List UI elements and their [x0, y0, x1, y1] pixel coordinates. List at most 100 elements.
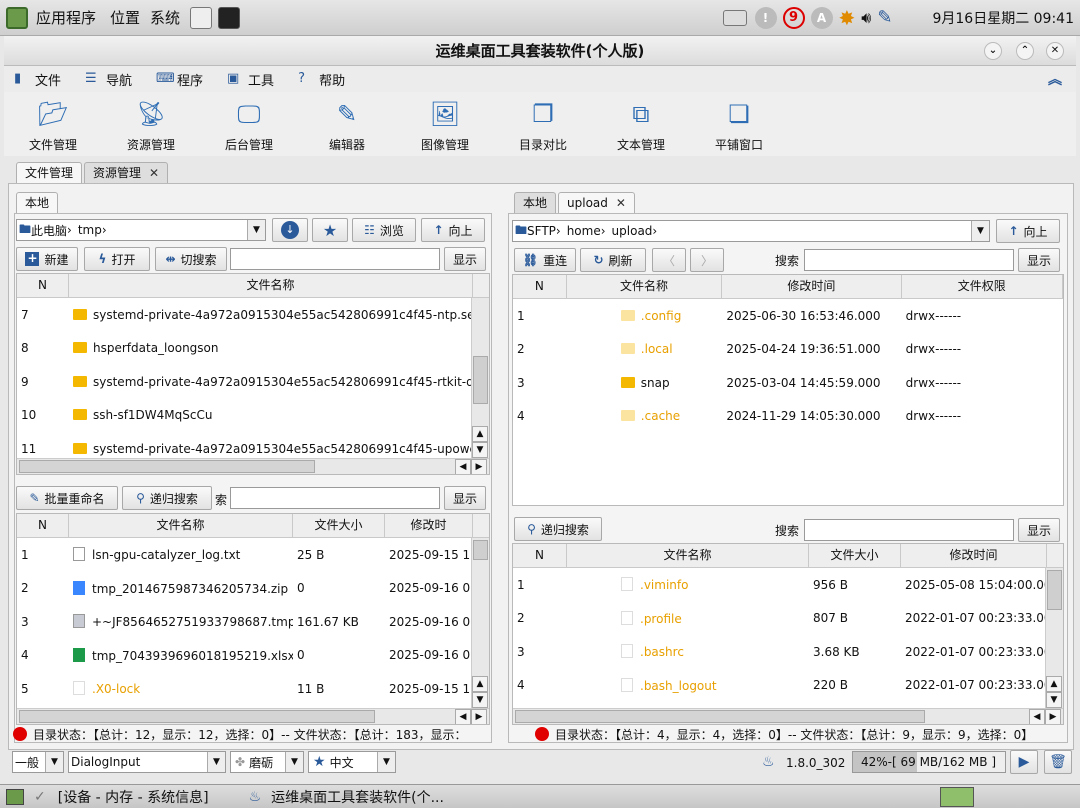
menu-navigate[interactable]: ☰ 导航: [85, 70, 132, 89]
recursive-search-button[interactable]: ⚲ 递归搜索: [122, 486, 212, 510]
right-up-button[interactable]: ↑ 向上: [996, 219, 1060, 243]
minimize-button[interactable]: ⌄: [984, 42, 1002, 60]
left-file-search-input[interactable]: [230, 487, 440, 509]
scroll-thumb[interactable]: [473, 540, 488, 560]
table-row[interactable]: 1 .config 2025-06-30 16:53:46.000 drwx-----…: [513, 299, 1063, 333]
theme-select[interactable]: ✤ 磨砺 ▼: [230, 751, 304, 773]
table-row[interactable]: 9 systemd-private-4a972a0915304e55ac54280…: [17, 365, 489, 399]
run-button[interactable]: ▶: [1010, 750, 1038, 774]
text-editor-launcher-icon[interactable]: [190, 6, 213, 29]
info-icon[interactable]: !: [754, 6, 777, 29]
left-search-input[interactable]: [230, 248, 440, 270]
table-row[interactable]: 2 tmp_2014675987346205734.zip 0 2025-09-16 …: [17, 572, 489, 606]
column-header[interactable]: 文件权限: [902, 275, 1063, 298]
refresh-button[interactable]: ↻ 刷新: [580, 248, 646, 272]
open-button[interactable]: ϟ 打开: [84, 247, 150, 271]
right-recursive-search-button[interactable]: ⚲ 递归搜索: [514, 517, 602, 541]
close-button[interactable]: ✕: [1046, 42, 1064, 60]
tab-local[interactable]: 本地: [514, 192, 557, 214]
vertical-scrollbar[interactable]: ▲ ▼: [471, 298, 489, 460]
vertical-scrollbar[interactable]: ▲ ▼: [471, 538, 489, 710]
scroll-thumb[interactable]: [515, 710, 925, 723]
places-menu[interactable]: 位置: [110, 7, 140, 28]
font-select[interactable]: DialogInput ▼: [68, 751, 226, 773]
back-button[interactable]: 〈: [652, 248, 686, 272]
scroll-down-icon[interactable]: ▼: [1046, 692, 1062, 708]
tool-editor[interactable]: ✎ 编辑器: [298, 92, 396, 156]
column-header[interactable]: 文件名称: [69, 274, 473, 297]
table-row[interactable]: 4 tmp_7043939696018195219.xlsx 0 2025-09-16…: [17, 639, 489, 673]
right-file-show-button[interactable]: 显示: [1018, 518, 1060, 542]
mode-select[interactable]: 一般 ▼: [12, 751, 64, 773]
scroll-right-icon[interactable]: ▶: [1045, 709, 1061, 724]
close-icon[interactable]: ✕: [149, 166, 159, 180]
path-segment[interactable]: SFTP: [527, 224, 556, 238]
new-button[interactable]: + 新建: [16, 247, 78, 271]
show-desktop-icon[interactable]: [6, 788, 24, 805]
table-row[interactable]: 3 snap 2025-03-04 14:45:59.000 drwx------: [513, 366, 1063, 400]
table-row[interactable]: 8 hsperfdata_loongson: [17, 332, 489, 366]
horizontal-scrollbar[interactable]: ◀ ▶: [513, 708, 1063, 724]
menu-help[interactable]: ? 帮助: [298, 70, 345, 89]
table-row[interactable]: 5 .X0-lock 11 B 2025-09-15 17: [17, 672, 489, 706]
notification-count-badge[interactable]: 9: [782, 6, 805, 29]
path-segment[interactable]: 此电脑: [31, 222, 67, 239]
tool-backend-manager[interactable]: 🖵︎ 后台管理: [200, 92, 298, 156]
path-segment[interactable]: tmp: [78, 223, 102, 237]
left-file-show-button[interactable]: 显示: [444, 486, 486, 510]
table-row[interactable]: 4 .cache 2024-11-29 14:05:30.000 drwx------: [513, 400, 1063, 434]
up-button[interactable]: ↑ 向上: [421, 218, 485, 242]
favorite-button[interactable]: ★: [312, 218, 348, 242]
trash-button[interactable]: 🗑︎: [1044, 750, 1072, 774]
scroll-left-icon[interactable]: ◀: [455, 459, 471, 474]
forward-button[interactable]: 〉: [690, 248, 724, 272]
scroll-right-icon[interactable]: ▶: [471, 709, 487, 724]
task-system-info[interactable]: [设备 - 内存 - 系统信息]: [58, 787, 209, 807]
column-header[interactable]: 文件大小: [809, 544, 901, 567]
right-file-search-input[interactable]: [804, 519, 1014, 541]
left-show-button[interactable]: 显示: [444, 247, 486, 271]
tool-tile-windows[interactable]: ❏ 平铺窗口: [690, 92, 788, 156]
keyboard-icon[interactable]: [722, 9, 747, 26]
vertical-scrollbar[interactable]: ▲ ▼: [1045, 568, 1063, 710]
tool-image-manager[interactable]: 🖼︎ 图像管理: [396, 92, 494, 156]
column-header[interactable]: 修改时: [385, 514, 473, 537]
collapse-toolbar-icon[interactable]: ︽: [1048, 69, 1062, 89]
close-icon[interactable]: ✕: [616, 196, 626, 210]
applications-menu[interactable]: 应用程序: [36, 7, 96, 28]
scroll-left-icon[interactable]: ◀: [455, 709, 471, 724]
column-header[interactable]: 修改时间: [722, 275, 902, 298]
column-header[interactable]: 文件大小: [293, 514, 385, 537]
right-path-combo[interactable]: 🖿︎ SFTP › home › upload › ▼: [512, 220, 990, 242]
clock[interactable]: 9月16日星期二 09:41: [932, 8, 1074, 28]
tab-upload[interactable]: upload ✕: [558, 192, 635, 214]
scroll-up-icon[interactable]: ▲: [1046, 676, 1062, 692]
chevron-down-icon[interactable]: ▼: [377, 752, 395, 772]
table-row[interactable]: 3 .bashrc 3.68 KB 2022-01-07 00:23:33.00: [513, 635, 1063, 669]
path-segment[interactable]: home: [567, 224, 601, 238]
table-row[interactable]: 1 lsn-gpu-catalyzer_log.txt 25 B 2025-09-15…: [17, 538, 489, 572]
menu-program[interactable]: ⌨ 程序: [156, 70, 203, 89]
tool-file-manager[interactable]: 📂︎ 文件管理: [4, 92, 102, 156]
scroll-thumb[interactable]: [19, 460, 315, 473]
column-header[interactable]: 文件名称: [567, 275, 723, 298]
table-row[interactable]: 3 +~JF8564652751933798687.tmp 161.67 KB 202…: [17, 605, 489, 639]
column-header[interactable]: 文件名称: [69, 514, 293, 537]
table-row[interactable]: 4 .bash_logout 220 B 2022-01-07 00:23:33.00: [513, 669, 1063, 703]
system-logo-icon[interactable]: [6, 6, 28, 29]
scroll-thumb[interactable]: [19, 710, 375, 723]
language-select[interactable]: ★ 中文 ▼: [308, 751, 396, 773]
scroll-up-icon[interactable]: ▲: [472, 426, 488, 442]
scroll-right-icon[interactable]: ▶: [471, 459, 487, 474]
volume-icon[interactable]: 🔊︎: [861, 8, 871, 28]
column-header[interactable]: 文件名称: [567, 544, 809, 567]
network-icon[interactable]: ✎: [877, 7, 892, 28]
tool-text-manager[interactable]: ⧉ 文本管理: [592, 92, 690, 156]
table-row[interactable]: 2 .local 2025-04-24 19:36:51.000 drwx------: [513, 333, 1063, 367]
menu-file[interactable]: ▮ 文件: [14, 70, 61, 89]
left-path-combo[interactable]: 🖿︎ 此电脑 › tmp › ▼: [16, 219, 266, 241]
table-row[interactable]: 7 systemd-private-4a972a0915304e55ac54280…: [17, 298, 489, 332]
update-gear-icon[interactable]: ✸: [839, 6, 856, 30]
task-app[interactable]: 运维桌面工具套装软件(个...: [271, 787, 444, 807]
column-header[interactable]: N: [513, 544, 567, 567]
